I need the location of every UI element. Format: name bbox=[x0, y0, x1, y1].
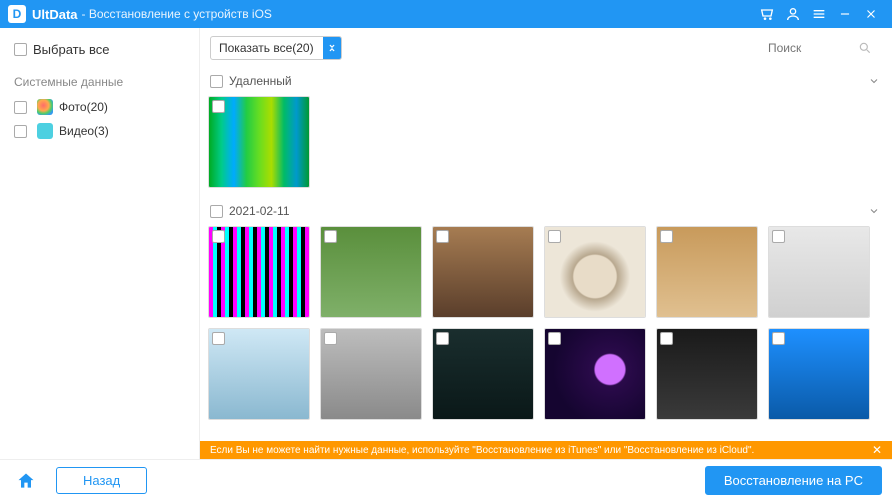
close-button[interactable] bbox=[858, 1, 884, 27]
thumbnail[interactable] bbox=[320, 226, 422, 318]
app-subtitle: - Восстановление с устройств iOS bbox=[82, 7, 272, 21]
thumbnail[interactable] bbox=[768, 328, 870, 420]
thumbnail[interactable] bbox=[768, 226, 870, 318]
select-all-checkbox[interactable] bbox=[14, 43, 27, 56]
select-all[interactable]: Выбрать все bbox=[0, 36, 199, 63]
category-header: Системные данные bbox=[0, 63, 199, 95]
thumbnail[interactable] bbox=[656, 328, 758, 420]
app-logo: D bbox=[8, 5, 26, 23]
category-label: Видео(3) bbox=[59, 124, 109, 138]
thumb-checkbox[interactable] bbox=[660, 230, 673, 243]
app-name: UltData bbox=[32, 7, 78, 22]
info-banner: Если Вы не можете найти нужные данные, и… bbox=[200, 441, 892, 459]
search-input[interactable] bbox=[768, 41, 858, 55]
toolbar: Показать все(20) bbox=[200, 28, 892, 68]
sidebar: Выбрать все Системные данные Фото(20) Вид… bbox=[0, 28, 200, 459]
thumb-checkbox[interactable] bbox=[548, 332, 561, 345]
thumb-checkbox[interactable] bbox=[660, 332, 673, 345]
chevron-down-icon bbox=[323, 37, 341, 59]
user-icon[interactable] bbox=[780, 1, 806, 27]
thumbnail[interactable] bbox=[544, 226, 646, 318]
thumb-checkbox[interactable] bbox=[772, 230, 785, 243]
cart-icon[interactable] bbox=[754, 1, 780, 27]
banner-text: Если Вы не можете найти нужные данные, и… bbox=[210, 445, 754, 456]
search-icon bbox=[858, 41, 872, 55]
group-checkbox[interactable] bbox=[210, 75, 223, 88]
minimize-button[interactable] bbox=[832, 1, 858, 27]
home-button[interactable] bbox=[10, 467, 42, 495]
group-header[interactable]: Удаленный bbox=[208, 68, 882, 94]
chevron-down-icon bbox=[868, 75, 880, 87]
category-checkbox[interactable] bbox=[14, 125, 27, 138]
content: Показать все(20) Удаленный 2021-02-11 Есл… bbox=[200, 28, 892, 459]
select-all-label: Выбрать все bbox=[33, 42, 109, 57]
recover-button[interactable]: Восстановление на PC bbox=[705, 466, 882, 495]
group-label: Удаленный bbox=[229, 74, 292, 88]
thumbnail-groups: Удаленный 2021-02-11 bbox=[200, 68, 892, 459]
chevron-down-icon bbox=[868, 205, 880, 217]
thumbnail[interactable] bbox=[432, 226, 534, 318]
thumbnail[interactable] bbox=[544, 328, 646, 420]
photo-icon bbox=[37, 99, 53, 115]
thumb-grid bbox=[208, 94, 882, 198]
group-label: 2021-02-11 bbox=[229, 204, 290, 218]
thumbnail[interactable] bbox=[208, 96, 310, 188]
sidebar-item-video[interactable]: Видео(3) bbox=[0, 119, 199, 143]
thumb-checkbox[interactable] bbox=[436, 332, 449, 345]
thumb-checkbox[interactable] bbox=[324, 230, 337, 243]
banner-close-icon[interactable]: ✕ bbox=[872, 443, 882, 457]
filter-label: Показать все(20) bbox=[211, 41, 323, 55]
thumb-checkbox[interactable] bbox=[212, 332, 225, 345]
thumb-checkbox[interactable] bbox=[436, 230, 449, 243]
thumbnail[interactable] bbox=[432, 328, 534, 420]
thumbnail[interactable] bbox=[208, 328, 310, 420]
thumbnail[interactable] bbox=[320, 328, 422, 420]
thumb-checkbox[interactable] bbox=[212, 230, 225, 243]
thumb-grid bbox=[208, 224, 882, 430]
thumbnail[interactable] bbox=[208, 226, 310, 318]
titlebar: D UltData - Восстановление с устройств i… bbox=[0, 0, 892, 28]
video-icon bbox=[37, 123, 53, 139]
back-button[interactable]: Назад bbox=[56, 467, 147, 494]
group-checkbox[interactable] bbox=[210, 205, 223, 218]
search bbox=[768, 41, 882, 55]
category-checkbox[interactable] bbox=[14, 101, 27, 114]
filter-dropdown[interactable]: Показать все(20) bbox=[210, 36, 342, 60]
thumb-checkbox[interactable] bbox=[772, 332, 785, 345]
main: Выбрать все Системные данные Фото(20) Вид… bbox=[0, 28, 892, 459]
group-header[interactable]: 2021-02-11 bbox=[208, 198, 882, 224]
menu-icon[interactable] bbox=[806, 1, 832, 27]
category-label: Фото(20) bbox=[59, 100, 108, 114]
sidebar-item-photo[interactable]: Фото(20) bbox=[0, 95, 199, 119]
thumb-checkbox[interactable] bbox=[324, 332, 337, 345]
thumb-checkbox[interactable] bbox=[548, 230, 561, 243]
thumbnail[interactable] bbox=[656, 226, 758, 318]
thumb-checkbox[interactable] bbox=[212, 100, 225, 113]
footer: Назад Восстановление на PC bbox=[0, 459, 892, 501]
